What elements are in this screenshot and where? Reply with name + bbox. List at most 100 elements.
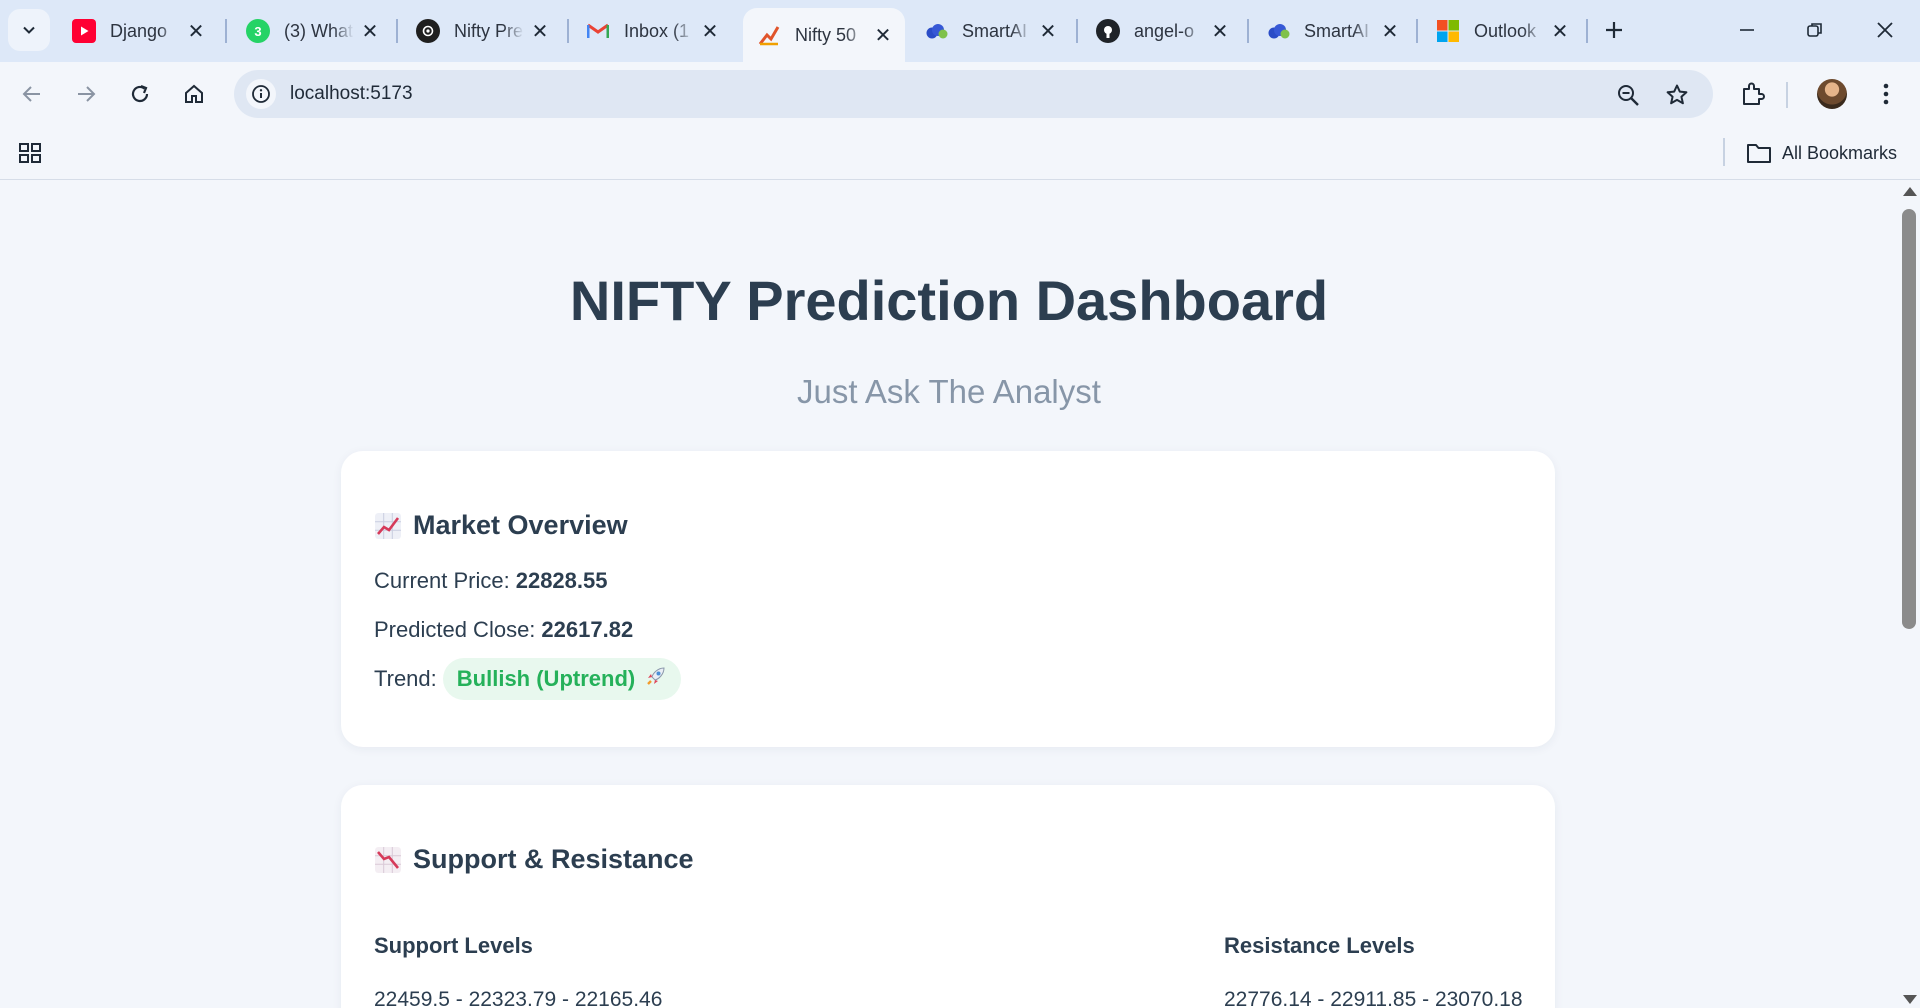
trend-badge: Bullish (Uptrend) <box>442 658 682 700</box>
cloud-icon <box>1266 19 1290 43</box>
tab-separator <box>1586 19 1588 43</box>
browser-toolbar: localhost:5173 <box>0 62 1920 126</box>
resistance-levels-values: 22776.14 - 22911.85 - 23070.18 <box>1224 988 1523 1008</box>
zoom-icon[interactable] <box>1615 82 1641 108</box>
arrow-left-icon <box>22 86 40 102</box>
tab-smartapi-2[interactable]: SmartAI ✕ <box>1252 9 1412 53</box>
close-icon[interactable]: ✕ <box>1380 21 1400 43</box>
tab-title: Nifty 50 <box>795 24 857 45</box>
tab-title: (3) What <box>284 20 354 41</box>
rocket-icon <box>645 665 667 693</box>
close-icon <box>1877 22 1893 38</box>
predicted-close-row: Predicted Close: 22617.82 <box>374 617 633 643</box>
minimize-button[interactable] <box>1722 10 1772 50</box>
resistance-levels-heading: Resistance Levels <box>1224 933 1415 958</box>
youtube-icon <box>72 19 96 43</box>
tab-title: SmartAI <box>1304 20 1370 41</box>
address-bar[interactable]: localhost:5173 <box>234 70 1713 118</box>
scroll-up-arrow-icon[interactable] <box>1903 187 1917 196</box>
support-levels-values: 22459.5 - 22323.79 - 22165.46 <box>374 988 663 1008</box>
restore-icon <box>1807 23 1822 37</box>
chart-increasing-icon <box>375 512 401 539</box>
arrow-right-icon <box>78 86 96 102</box>
close-window-button[interactable] <box>1860 10 1910 50</box>
tab-separator <box>396 19 398 43</box>
profile-avatar[interactable] <box>1817 79 1847 109</box>
tab-title: Outlook <box>1474 20 1537 41</box>
site-info-icon[interactable] <box>246 79 276 109</box>
close-icon[interactable]: ✕ <box>873 25 893 47</box>
bookmarks-bar: All Bookmarks <box>0 126 1920 180</box>
tab-nifty-predictor[interactable]: Nifty Pre ✕ <box>402 9 562 53</box>
gmail-icon <box>586 19 610 43</box>
home-button[interactable] <box>174 74 214 114</box>
close-icon[interactable]: ✕ <box>1038 21 1058 43</box>
folder-icon <box>1747 144 1771 163</box>
extensions-button[interactable] <box>1733 74 1773 114</box>
more-vertical-icon <box>1883 83 1889 105</box>
apps-grid-icon[interactable] <box>18 140 44 166</box>
minimize-icon <box>1740 29 1754 31</box>
support-resistance-heading: Support & Resistance <box>375 844 694 875</box>
star-icon[interactable] <box>1664 82 1690 108</box>
github-icon <box>1096 19 1120 43</box>
reload-icon <box>131 84 149 103</box>
tab-gmail[interactable]: Inbox (1 ✕ <box>572 9 732 53</box>
current-price-value: 22828.55 <box>515 568 608 593</box>
tab-github[interactable]: angel-o ✕ <box>1082 9 1242 53</box>
page-title: NIFTY Prediction Dashboard <box>569 269 1329 332</box>
tab-django[interactable]: Django ✕ <box>58 9 218 53</box>
card-title: Support & Resistance <box>413 844 694 874</box>
url-text[interactable]: localhost:5173 <box>290 83 413 105</box>
scroll-thumb[interactable] <box>1902 209 1916 629</box>
chevron-down-icon <box>23 26 35 34</box>
close-icon[interactable]: ✕ <box>360 21 380 43</box>
home-icon <box>185 84 203 103</box>
close-icon[interactable]: ✕ <box>700 21 720 43</box>
scroll-down-arrow-icon[interactable] <box>1903 995 1917 1004</box>
current-price-label: Current Price: <box>374 568 510 593</box>
close-icon[interactable]: ✕ <box>1210 21 1230 43</box>
nifty-chart-icon <box>757 23 781 47</box>
support-resistance-card: Support & Resistance Support Levels 2245… <box>341 785 1555 1008</box>
tab-title: Nifty Pre <box>454 20 524 41</box>
tab-title: SmartAI <box>962 20 1028 41</box>
new-tab-button[interactable] <box>1596 12 1632 48</box>
reload-button[interactable] <box>120 74 160 114</box>
all-bookmarks-button[interactable]: All Bookmarks <box>1746 138 1897 168</box>
tab-title: angel-o <box>1134 20 1195 41</box>
close-icon[interactable]: ✕ <box>530 21 550 43</box>
forward-button[interactable] <box>66 74 106 114</box>
chart-decreasing-icon <box>375 846 401 873</box>
trend-row: Trend: Bullish (Uptrend) <box>374 658 682 700</box>
tab-whatsapp[interactable]: 3 (3) What ✕ <box>232 9 392 53</box>
cloud-icon <box>924 19 948 43</box>
page-scrollbar[interactable] <box>1898 181 1920 1008</box>
tab-separator <box>225 19 227 43</box>
support-levels-heading: Support Levels <box>374 933 533 958</box>
predicted-close-value: 22617.82 <box>541 617 634 642</box>
restore-button[interactable] <box>1790 10 1840 50</box>
tab-outlook[interactable]: Outlook ✕ <box>1422 9 1582 53</box>
openai-icon <box>416 19 440 43</box>
trend-value: Bullish (Uptrend) <box>456 666 636 691</box>
tab-nifty-50[interactable]: Nifty 50 ✕ <box>743 8 905 62</box>
all-bookmarks-label: All Bookmarks <box>1782 142 1898 163</box>
close-icon[interactable]: ✕ <box>186 21 206 43</box>
tab-strip: Django ✕ 3 (3) What ✕ Nifty Pre ✕ Inbox … <box>0 0 1920 62</box>
tab-smartapi[interactable]: SmartAI ✕ <box>910 9 1070 53</box>
tab-separator <box>1076 19 1078 43</box>
close-icon[interactable]: ✕ <box>1550 21 1570 43</box>
tab-separator <box>567 19 569 43</box>
plus-icon <box>1606 22 1622 38</box>
tab-title: Django <box>110 20 168 41</box>
page-viewport: NIFTY Prediction Dashboard Just Ask The … <box>0 181 1920 1008</box>
menu-button[interactable] <box>1866 74 1906 114</box>
bookmarks-separator <box>1723 138 1725 166</box>
back-button[interactable] <box>12 74 52 114</box>
tab-separator <box>1247 19 1249 43</box>
trend-label: Trend: <box>374 666 437 691</box>
market-overview-heading: Market Overview <box>375 510 628 541</box>
microsoft-icon <box>1436 19 1460 43</box>
tab-search-button[interactable] <box>8 9 50 51</box>
